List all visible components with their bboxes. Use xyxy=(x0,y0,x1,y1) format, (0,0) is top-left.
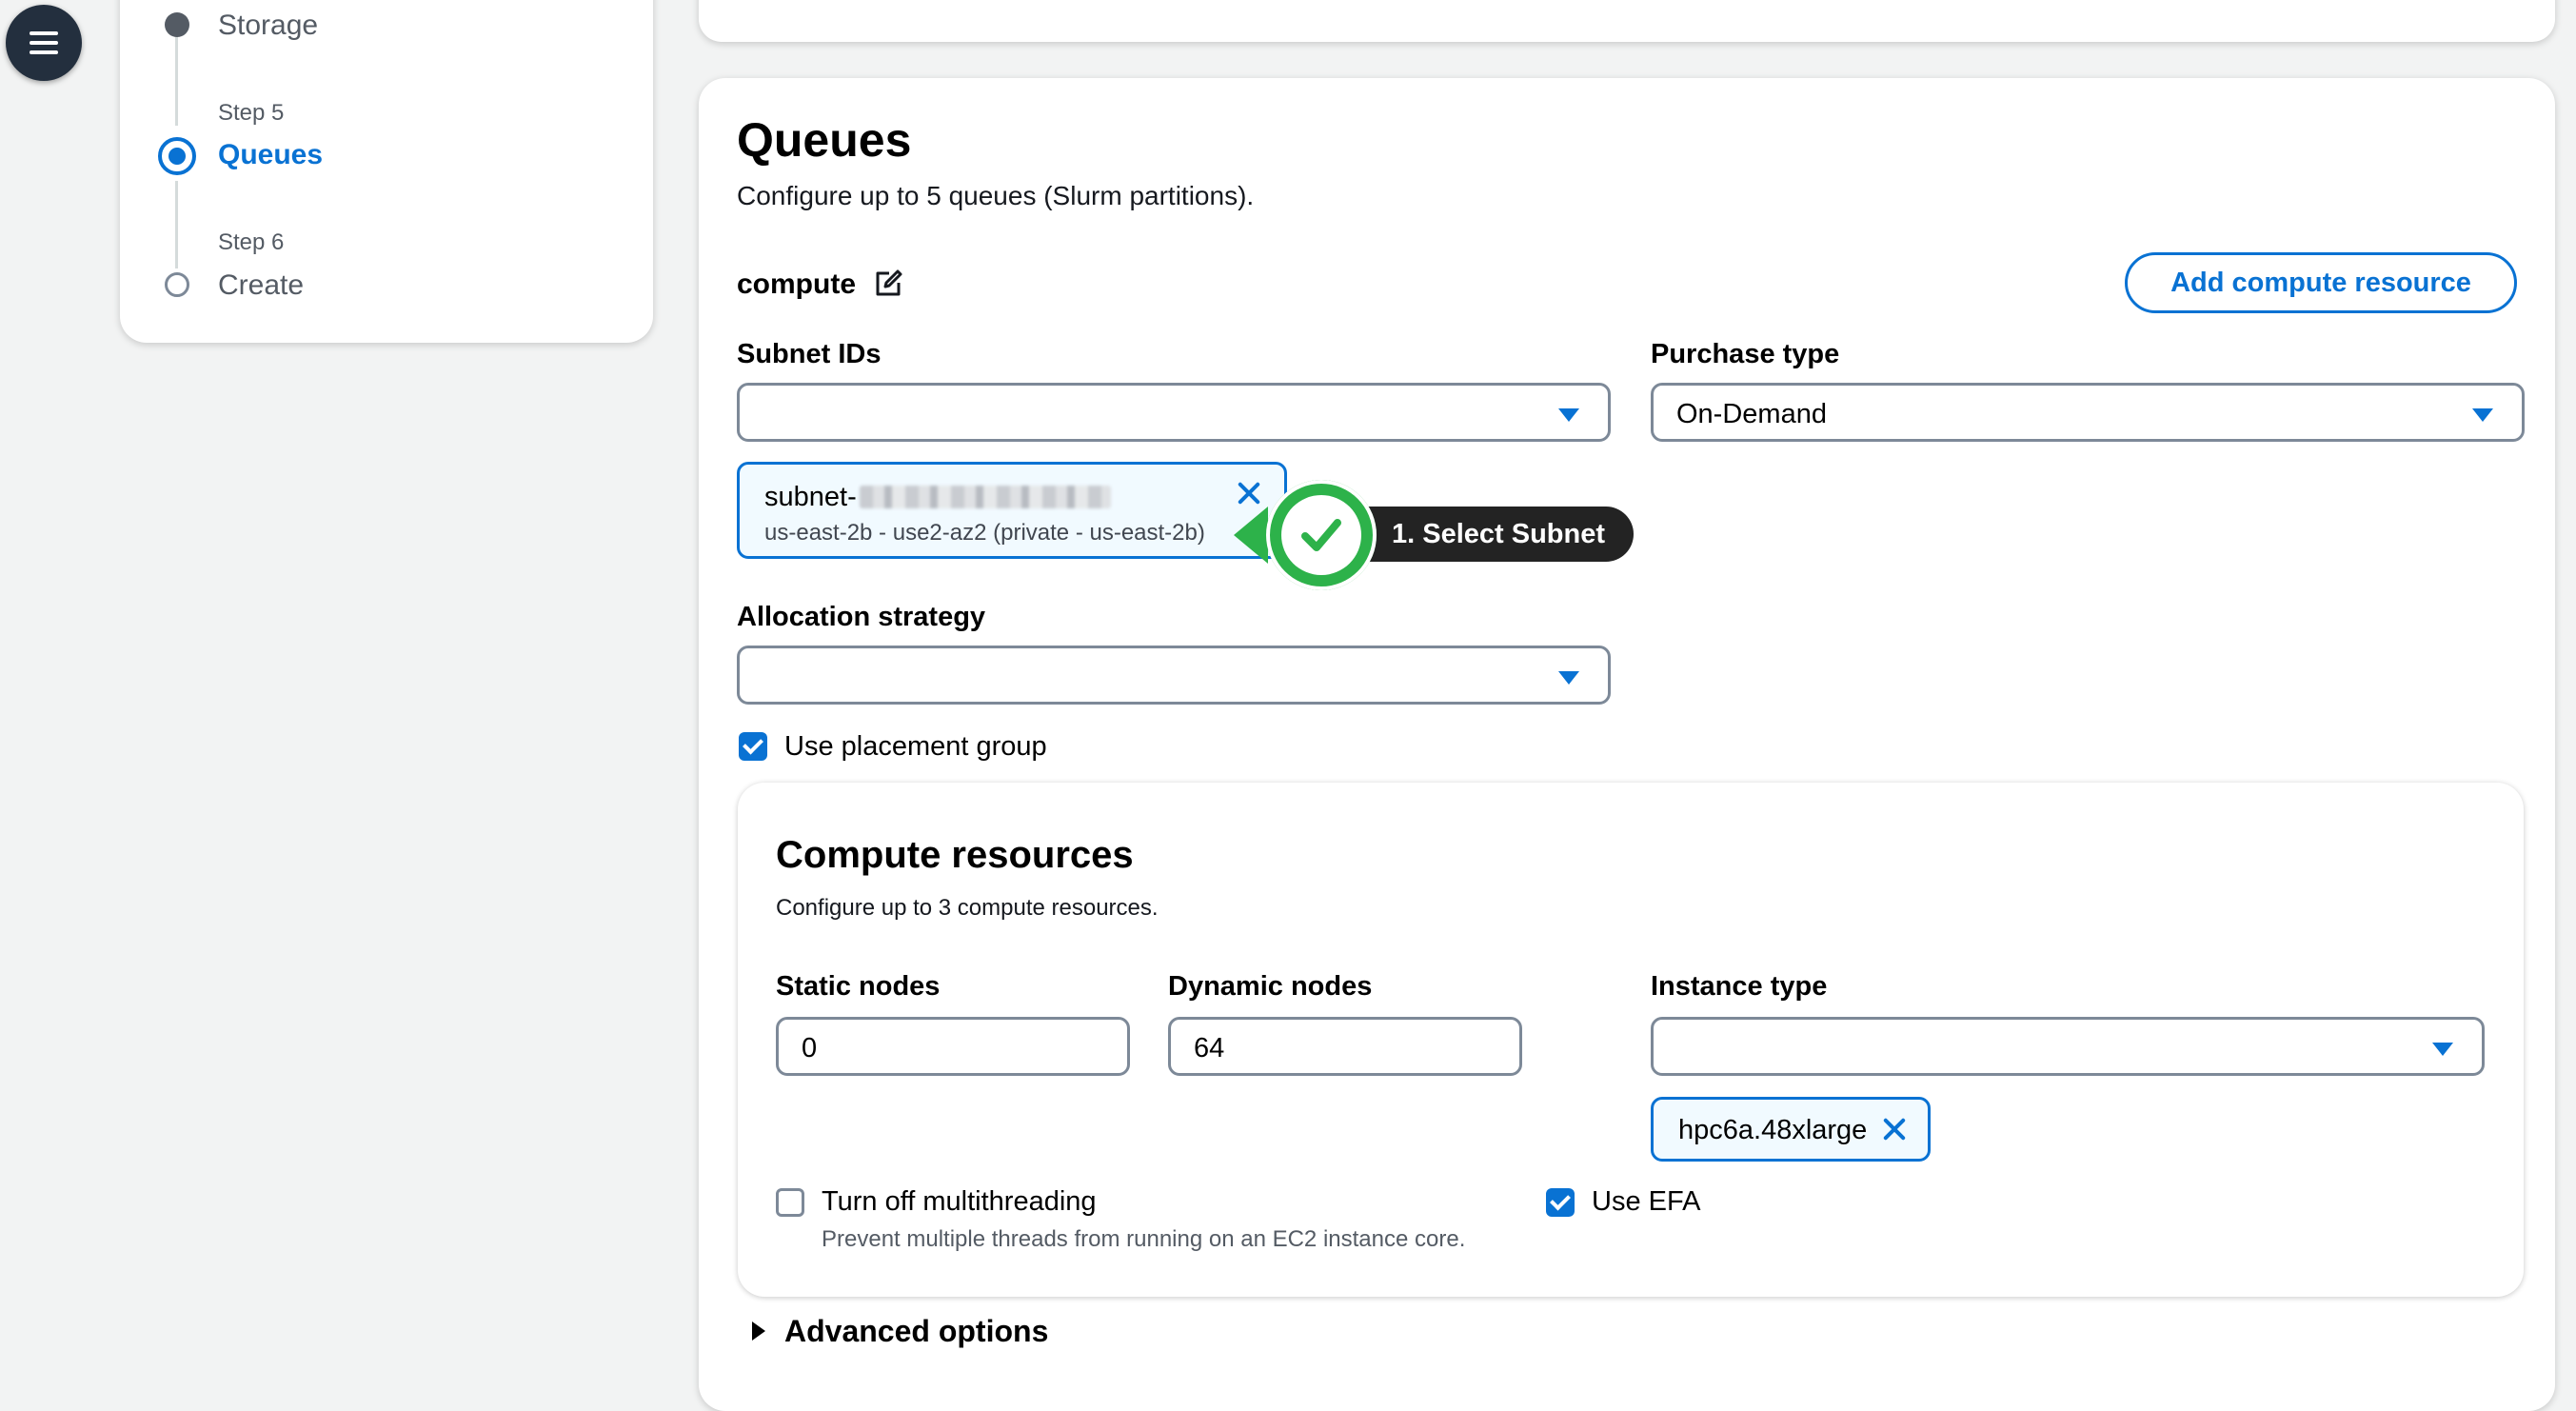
subnet-token-name: subnet- xyxy=(764,482,857,512)
caret-down-icon xyxy=(1558,671,1579,685)
subnet-ids-label: Subnet IDs xyxy=(737,339,882,369)
subnet-token: subnet- us-east-2b - use2-az2 (private -… xyxy=(737,462,1287,559)
annotation-callout: 1. Select Subnet xyxy=(1342,507,1634,562)
purchase-type-label: Purchase type xyxy=(1651,339,1840,369)
instance-type-token-label: hpc6a.48xlarge xyxy=(1678,1115,1868,1145)
step-5-caption: Step 5 xyxy=(218,100,285,126)
allocation-strategy-select[interactable] xyxy=(737,646,1611,705)
redacted-subnet-id xyxy=(860,486,1111,508)
step-queues-label[interactable]: Queues xyxy=(218,139,323,171)
static-nodes-label: Static nodes xyxy=(776,971,941,1002)
static-nodes-input[interactable]: 0 xyxy=(776,1017,1130,1076)
checkmark-icon xyxy=(1301,519,1341,551)
dynamic-nodes-label: Dynamic nodes xyxy=(1168,971,1373,1002)
efa-label[interactable]: Use EFA xyxy=(1592,1186,1700,1218)
instance-type-select[interactable] xyxy=(1651,1017,2485,1076)
remove-instance-type-icon[interactable] xyxy=(1880,1115,1909,1143)
menu-button[interactable] xyxy=(6,5,82,81)
placement-group-checkbox[interactable] xyxy=(739,732,767,761)
caret-right-icon[interactable] xyxy=(752,1322,765,1341)
allocation-strategy-label: Allocation strategy xyxy=(737,602,986,632)
instance-type-token: hpc6a.48xlarge xyxy=(1651,1097,1931,1162)
multithreading-help: Prevent multiple threads from running on… xyxy=(822,1226,1466,1252)
multithreading-checkbox[interactable] xyxy=(776,1188,804,1217)
step-create-label: Create xyxy=(218,269,305,301)
subnet-ids-select[interactable] xyxy=(737,383,1611,442)
purchase-type-select[interactable]: On-Demand xyxy=(1651,383,2525,442)
remove-subnet-icon[interactable] xyxy=(1235,479,1263,507)
step-connector xyxy=(175,181,178,268)
instance-type-label: Instance type xyxy=(1651,971,1828,1002)
compute-resources-title: Compute resources xyxy=(776,834,1134,876)
step-complete-icon xyxy=(165,12,189,37)
dynamic-nodes-input[interactable]: 64 xyxy=(1168,1017,1522,1076)
queue-name: compute xyxy=(737,268,857,300)
annotation-arrow xyxy=(1234,507,1268,564)
caret-down-icon xyxy=(2472,408,2493,422)
add-compute-resource-button[interactable]: Add compute resource xyxy=(2125,252,2517,313)
queues-description: Configure up to 5 queues (Slurm partitio… xyxy=(737,181,1255,210)
check-badge xyxy=(1266,480,1377,590)
advanced-options-toggle[interactable]: Advanced options xyxy=(784,1314,1048,1349)
multithreading-label[interactable]: Turn off multithreading xyxy=(822,1186,1097,1218)
page-title: Queues xyxy=(737,113,912,167)
previous-section-card xyxy=(699,0,2555,42)
hamburger-icon xyxy=(30,26,58,60)
caret-down-icon xyxy=(1558,408,1579,422)
placement-group-label[interactable]: Use placement group xyxy=(784,731,1047,763)
wizard-steps-panel xyxy=(120,0,653,343)
edit-icon[interactable] xyxy=(874,269,902,298)
compute-resources-description: Configure up to 3 compute resources. xyxy=(776,895,1159,921)
step-pending-icon xyxy=(165,272,189,297)
step-storage-label[interactable]: Storage xyxy=(218,10,318,42)
step-connector xyxy=(175,27,178,126)
step-current-icon xyxy=(158,137,196,175)
caret-down-icon xyxy=(2432,1043,2453,1056)
subnet-token-detail: us-east-2b - use2-az2 (private - us-east… xyxy=(764,520,1205,546)
step-6-caption: Step 6 xyxy=(218,229,285,255)
efa-checkbox[interactable] xyxy=(1546,1188,1575,1217)
purchase-type-value: On-Demand xyxy=(1676,399,1827,429)
